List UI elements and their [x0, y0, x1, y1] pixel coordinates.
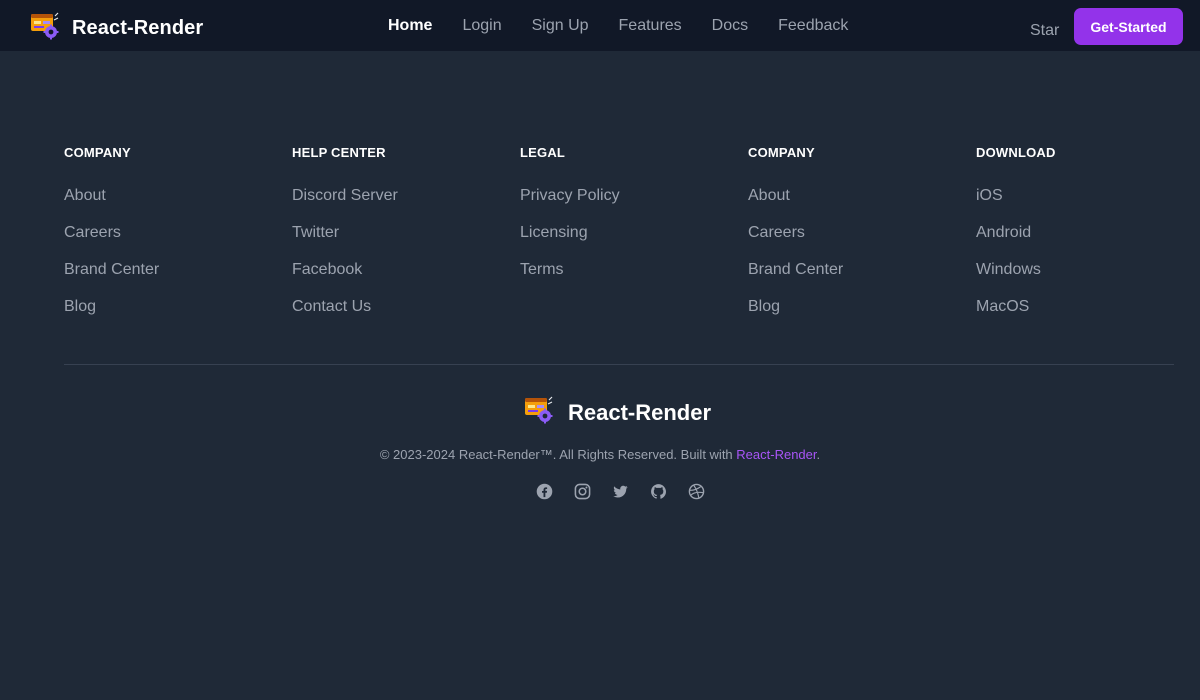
- nav-link-feedback[interactable]: Feedback: [778, 17, 848, 35]
- instagram-icon[interactable]: [574, 483, 591, 500]
- nav-link-sign-up[interactable]: Sign Up: [532, 17, 589, 35]
- footer-link-blog[interactable]: Blog: [748, 299, 968, 336]
- copyright-prefix: © 2023-2024 React-Render™. All Rights Re…: [379, 447, 737, 462]
- app-logo-icon: [30, 12, 60, 45]
- nav-link-docs[interactable]: Docs: [712, 17, 748, 35]
- footer-brand-link[interactable]: React-Render: [524, 396, 711, 429]
- column-heading: HELP CENTER: [292, 145, 386, 160]
- footer-link-macos[interactable]: MacOS: [976, 299, 1196, 336]
- column-links: iOS Android Windows MacOS: [976, 188, 1196, 336]
- column-links: About Careers Brand Center Blog: [748, 188, 968, 336]
- footer-link-brand-center[interactable]: Brand Center: [64, 262, 284, 299]
- footer-divider: [64, 364, 1174, 365]
- footer-link-twitter[interactable]: Twitter: [292, 225, 512, 262]
- footer-link-blog[interactable]: Blog: [64, 299, 284, 336]
- copyright-text: © 2023-2024 React-Render™. All Rights Re…: [0, 447, 1200, 462]
- footer-link-careers[interactable]: Careers: [64, 225, 284, 262]
- brand-logo-link[interactable]: React-Render: [30, 12, 203, 45]
- column-heading: LEGAL: [520, 145, 566, 160]
- brand-name: React-Render: [72, 17, 204, 39]
- footer-link-terms[interactable]: Terms: [520, 262, 740, 299]
- footer-link-privacy-policy[interactable]: Privacy Policy: [520, 188, 740, 225]
- footer-column-company-2: COMPANY About Careers Brand Center Blog: [748, 145, 968, 336]
- footer-link-careers[interactable]: Careers: [748, 225, 968, 262]
- dribbble-icon[interactable]: [688, 483, 705, 500]
- footer-column-help-center: HELP CENTER Discord Server Twitter Faceb…: [292, 145, 512, 336]
- footer-link-contact-us[interactable]: Contact Us: [292, 299, 512, 336]
- footer-column-company: COMPANY About Careers Brand Center Blog: [64, 145, 284, 336]
- column-heading: COMPANY: [64, 145, 131, 160]
- column-links: Discord Server Twitter Facebook Contact …: [292, 188, 512, 336]
- copyright-suffix: .: [816, 447, 821, 462]
- footer-link-licensing[interactable]: Licensing: [520, 225, 740, 262]
- column-links: About Careers Brand Center Blog: [64, 188, 284, 336]
- nav-link-home[interactable]: Home: [388, 17, 432, 35]
- star-link[interactable]: Star: [1030, 22, 1059, 40]
- footer-link-windows[interactable]: Windows: [976, 262, 1196, 299]
- main-nav: Home Login Sign Up Features Docs Feedbac…: [388, 0, 878, 51]
- footer-link-discord-server[interactable]: Discord Server: [292, 188, 512, 225]
- footer-link-facebook[interactable]: Facebook: [292, 262, 512, 299]
- footer-column-download: DOWNLOAD iOS Android Windows MacOS: [976, 145, 1196, 336]
- column-heading: DOWNLOAD: [976, 145, 1056, 160]
- top-navbar: React-Render Home Login Sign Up Features…: [0, 0, 1200, 51]
- footer-link-brand-center[interactable]: Brand Center: [748, 262, 968, 299]
- footer-link-ios[interactable]: iOS: [976, 188, 1196, 225]
- app-logo-icon: [524, 396, 554, 429]
- footer-link-about[interactable]: About: [748, 188, 968, 225]
- get-started-button[interactable]: Get-Started: [1074, 8, 1183, 45]
- facebook-icon[interactable]: [536, 483, 553, 500]
- footer-column-legal: LEGAL Privacy Policy Licensing Terms: [520, 145, 740, 299]
- nav-link-login[interactable]: Login: [462, 17, 501, 35]
- footer-link-android[interactable]: Android: [976, 225, 1196, 262]
- github-icon[interactable]: [650, 483, 667, 500]
- footer-brand-name: React-Render: [568, 399, 712, 425]
- column-heading: COMPANY: [748, 145, 815, 160]
- copyright-brand-link[interactable]: React-Render: [736, 447, 816, 462]
- column-links: Privacy Policy Licensing Terms: [520, 188, 740, 299]
- footer-link-about[interactable]: About: [64, 188, 284, 225]
- social-links: [536, 483, 705, 500]
- nav-link-features[interactable]: Features: [619, 17, 682, 35]
- twitter-icon[interactable]: [612, 483, 629, 500]
